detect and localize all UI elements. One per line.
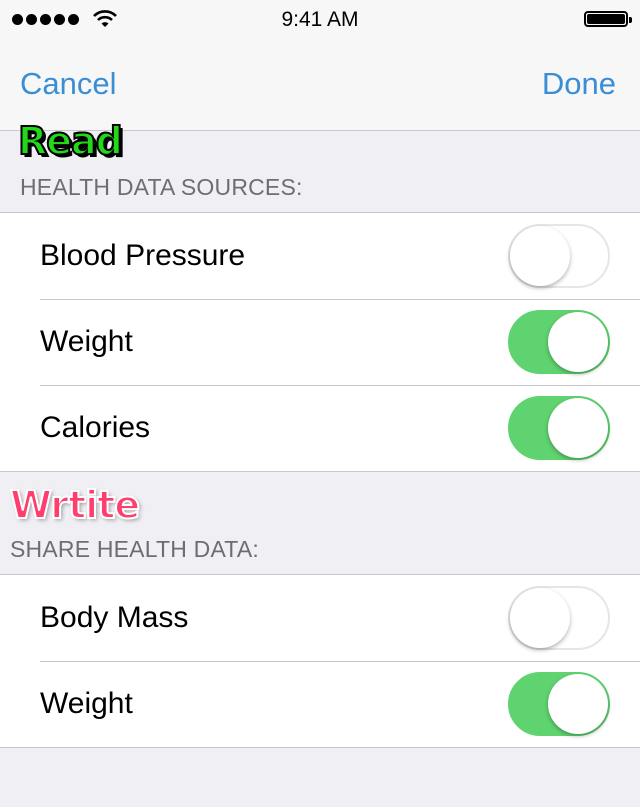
list-item-calories: Calories: [0, 385, 640, 471]
list-item-body-mass: Body Mass: [0, 575, 640, 661]
write-annotation: Wrtite: [9, 482, 141, 528]
status-time: 9:41 AM: [281, 8, 359, 31]
section-header-health-data-sources: HEALTH DATA SOURCES:: [20, 174, 303, 200]
row-label: Body Mass: [40, 601, 189, 634]
body-mass-toggle[interactable]: [508, 586, 610, 650]
done-button[interactable]: Done: [542, 66, 616, 102]
toggle-knob: [548, 398, 608, 458]
toggle-knob: [510, 226, 570, 286]
navigation-bar: Cancel Done: [0, 40, 640, 131]
row-label: Calories: [40, 411, 151, 444]
list-item-blood-pressure: Blood Pressure: [0, 213, 640, 299]
list-item-weight: Weight: [0, 299, 640, 385]
list-item-weight: Weight: [0, 661, 640, 747]
share-weight-toggle[interactable]: [508, 672, 610, 736]
row-label: Weight: [40, 687, 133, 720]
battery-icon: [584, 11, 632, 27]
toggle-knob: [548, 674, 608, 734]
row-label: Blood Pressure: [40, 239, 246, 272]
cancel-button[interactable]: Cancel: [20, 66, 117, 102]
section-header-share-health-data: SHARE HEALTH DATA:: [10, 536, 259, 562]
status-bar: 9:41 AM: [0, 0, 640, 40]
calories-toggle[interactable]: [508, 396, 610, 460]
weight-toggle[interactable]: [508, 310, 610, 374]
toggle-knob: [548, 312, 608, 372]
blood-pressure-toggle[interactable]: [508, 224, 610, 288]
toggle-knob: [510, 588, 570, 648]
health-data-sources-group: Blood Pressure Weight Calories: [0, 212, 640, 472]
share-health-data-group: Body Mass Weight: [0, 574, 640, 748]
row-label: Weight: [40, 325, 133, 358]
read-annotation: Read: [17, 118, 124, 164]
